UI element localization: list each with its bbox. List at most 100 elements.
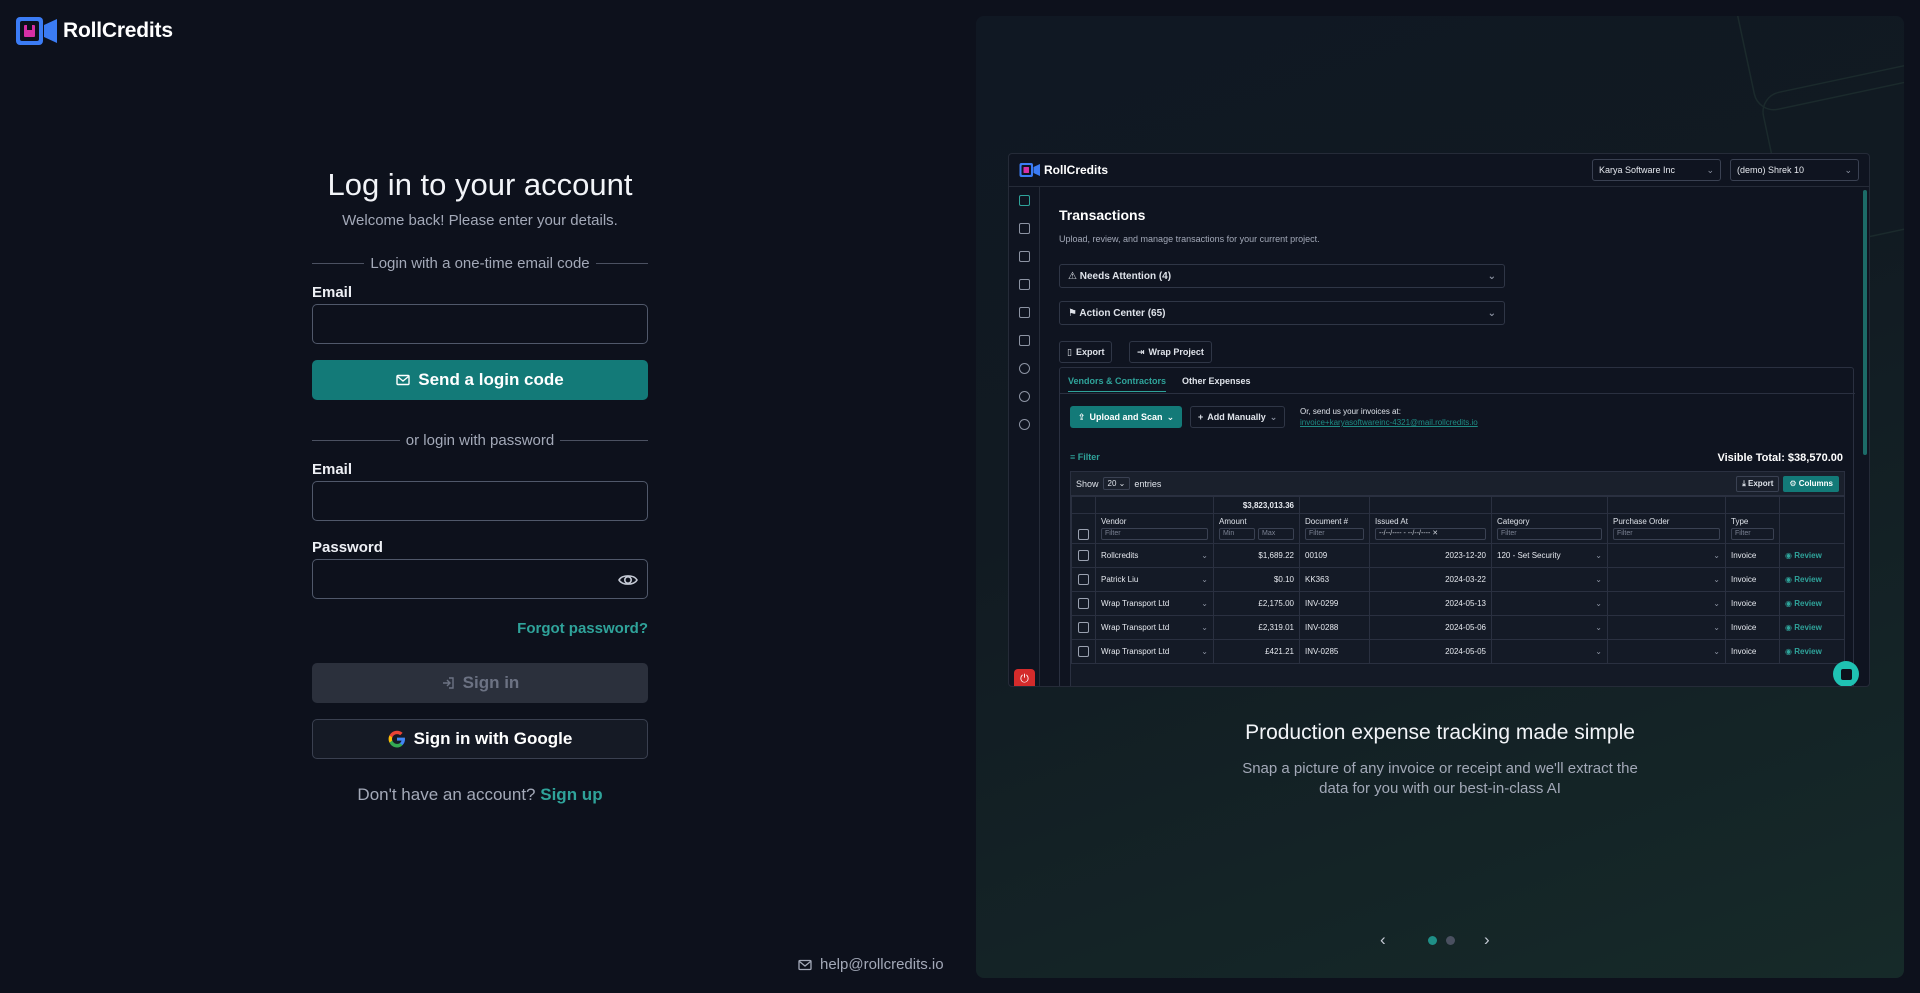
chevron-down-icon: ⌄: [1595, 623, 1602, 632]
carousel-next-button[interactable]: ›: [1484, 930, 1490, 950]
password-field[interactable]: [312, 559, 648, 599]
email-input[interactable]: [313, 482, 647, 520]
table-row: Rollcredits ⌄ $1,689.22 00109 2023-12-20 120 …: [1071, 543, 1844, 568]
issued-cell: 2023-12-20: [1369, 543, 1492, 568]
forgot-password-link[interactable]: Forgot password?: [312, 620, 648, 637]
tab-other-expenses: Other Expenses: [1182, 376, 1251, 386]
email-label: Email: [312, 461, 353, 478]
brand-logo[interactable]: RollCredits: [15, 16, 173, 46]
row-checkbox: [1078, 622, 1089, 633]
page-title: Log in to your account: [327, 167, 633, 202]
chevron-down-icon: ⌄: [1487, 270, 1496, 282]
eye-icon: ◉: [1785, 647, 1792, 656]
amount-cell: £421.21: [1213, 639, 1300, 664]
type-cell: Invoice: [1725, 591, 1780, 616]
review-link: Review: [1794, 623, 1822, 632]
chevron-down-icon: ⌄: [1595, 551, 1602, 560]
review-link: Review: [1794, 599, 1822, 608]
scale-icon: [1019, 363, 1030, 374]
carousel-dot-2[interactable]: [1446, 936, 1455, 945]
category-cell: 120 - Set Security: [1497, 551, 1561, 560]
vendor-cell: Rollcredits: [1101, 551, 1139, 560]
credit-card-icon: [1019, 279, 1030, 290]
login-arrow-icon: [442, 677, 454, 689]
needs-attention-accordion: ⚠ Needs Attention (4) ⌄: [1059, 264, 1505, 288]
email-field[interactable]: [312, 481, 648, 521]
send-invoices-note: Or, send us your invoices at: invoice+ka…: [1300, 407, 1478, 427]
chevron-down-icon: ⌄: [1595, 575, 1602, 584]
chevron-down-icon: ⌄: [1713, 551, 1720, 560]
filter-icon: ≡: [1070, 452, 1076, 462]
stamp-icon: [1019, 223, 1030, 234]
password-input[interactable]: [313, 560, 647, 598]
table-row: Wrap Transport Ltd ⌄ £2,319.01 INV-0288 2024…: [1071, 615, 1844, 640]
preview-tabs-panel: Vendors & Contractors Other Expenses ⇪ Up…: [1059, 367, 1855, 686]
otp-email-input[interactable]: [313, 305, 647, 343]
send-login-code-button[interactable]: Send a login code: [312, 360, 648, 400]
amount-cell: £2,319.01: [1213, 615, 1300, 640]
transactions-table: Show 20 ⌄ entries ⤓ Export ⚙ Columns $3,…: [1070, 471, 1845, 686]
sign-in-button[interactable]: Sign in: [312, 663, 648, 703]
chevron-down-icon: ⌄: [1713, 599, 1720, 608]
vendor-cell: Wrap Transport Ltd: [1101, 623, 1170, 632]
type-cell: Invoice: [1725, 615, 1780, 640]
signup-prompt: Don't have an account? Sign up: [357, 785, 603, 804]
password-label: Password: [312, 539, 383, 556]
upload-scan-button: ⇪ Upload and Scan ⌄: [1070, 406, 1183, 428]
show-password-icon[interactable]: [617, 569, 639, 591]
login-form: Log in to your account Welcome back! Ple…: [312, 160, 649, 805]
eye-icon: ◉: [1785, 575, 1792, 584]
gear-icon: [1019, 391, 1030, 402]
mail-icon: [798, 959, 812, 970]
eye-icon: ◉: [1785, 623, 1792, 632]
upload-icon: ⇪: [1078, 411, 1086, 422]
chat-launcher-icon: [1833, 661, 1859, 686]
receipt-icon: [1019, 335, 1030, 346]
chevron-down-icon: ⌄: [1595, 599, 1602, 608]
carousel-prev-button[interactable]: ‹: [1380, 930, 1386, 950]
google-sign-in-button[interactable]: Sign in with Google: [312, 719, 648, 759]
type-cell: Invoice: [1725, 639, 1780, 664]
otp-email-field[interactable]: [312, 304, 648, 344]
vendor-cell: Patrick Liu: [1101, 575, 1139, 584]
chevron-down-icon: ⌄: [1713, 575, 1720, 584]
columns-button: ⚙ Columns: [1783, 475, 1839, 492]
support-email[interactable]: help@rollcredits.io: [798, 956, 944, 973]
gear-icon: ⚙: [1789, 479, 1797, 488]
preview-title: Transactions: [1059, 207, 1146, 223]
review-link: Review: [1794, 575, 1822, 584]
project-select: (demo) Shrek 10 ⌄: [1730, 159, 1859, 181]
plus-icon: +: [1198, 412, 1204, 422]
power-icon: ⏻: [1014, 669, 1035, 686]
chevron-down-icon: ⌄: [1201, 647, 1208, 656]
sign-up-link[interactable]: Sign up: [540, 785, 602, 804]
chevron-down-icon: ⌄: [1487, 307, 1496, 319]
chevron-down-icon: ⌄: [1713, 623, 1720, 632]
wrap-project-button: ⇥ Wrap Project: [1129, 341, 1212, 363]
type-cell: Invoice: [1725, 567, 1780, 592]
tab-vendors: Vendors & Contractors: [1068, 376, 1167, 392]
preview-main: Transactions Upload, review, and manage …: [1059, 187, 1855, 686]
table-row: Wrap Transport Ltd ⌄ £421.21 INV-0285 2024-0…: [1071, 639, 1844, 664]
warning-icon: ⚠: [1068, 270, 1077, 282]
page-subtitle: Welcome back! Please enter your details.: [342, 212, 618, 229]
review-link: Review: [1794, 647, 1822, 656]
document-cell: INV-0299: [1299, 591, 1370, 616]
mail-icon: [396, 374, 410, 386]
review-link: Review: [1794, 551, 1822, 560]
document-cell: 00109: [1299, 543, 1370, 568]
carousel-dot-1[interactable]: [1428, 936, 1437, 945]
document-icon: ▯: [1067, 346, 1072, 357]
exit-icon: ⇥: [1137, 346, 1145, 357]
chevron-down-icon: ⌄: [1269, 411, 1278, 422]
row-checkbox: [1078, 550, 1089, 561]
issued-cell: 2024-05-06: [1369, 615, 1492, 640]
select-all-checkbox: [1078, 529, 1089, 540]
entries-selector: Show 20 ⌄ entries: [1076, 477, 1162, 490]
issued-cell: 2024-05-05: [1369, 639, 1492, 664]
row-checkbox: [1078, 646, 1089, 657]
issued-cell: 2024-03-22: [1369, 567, 1492, 592]
preview-scrollbar: [1863, 190, 1867, 455]
preview-export-button: ▯ Export: [1059, 341, 1113, 363]
chevron-down-icon: ⌄: [1201, 551, 1208, 560]
